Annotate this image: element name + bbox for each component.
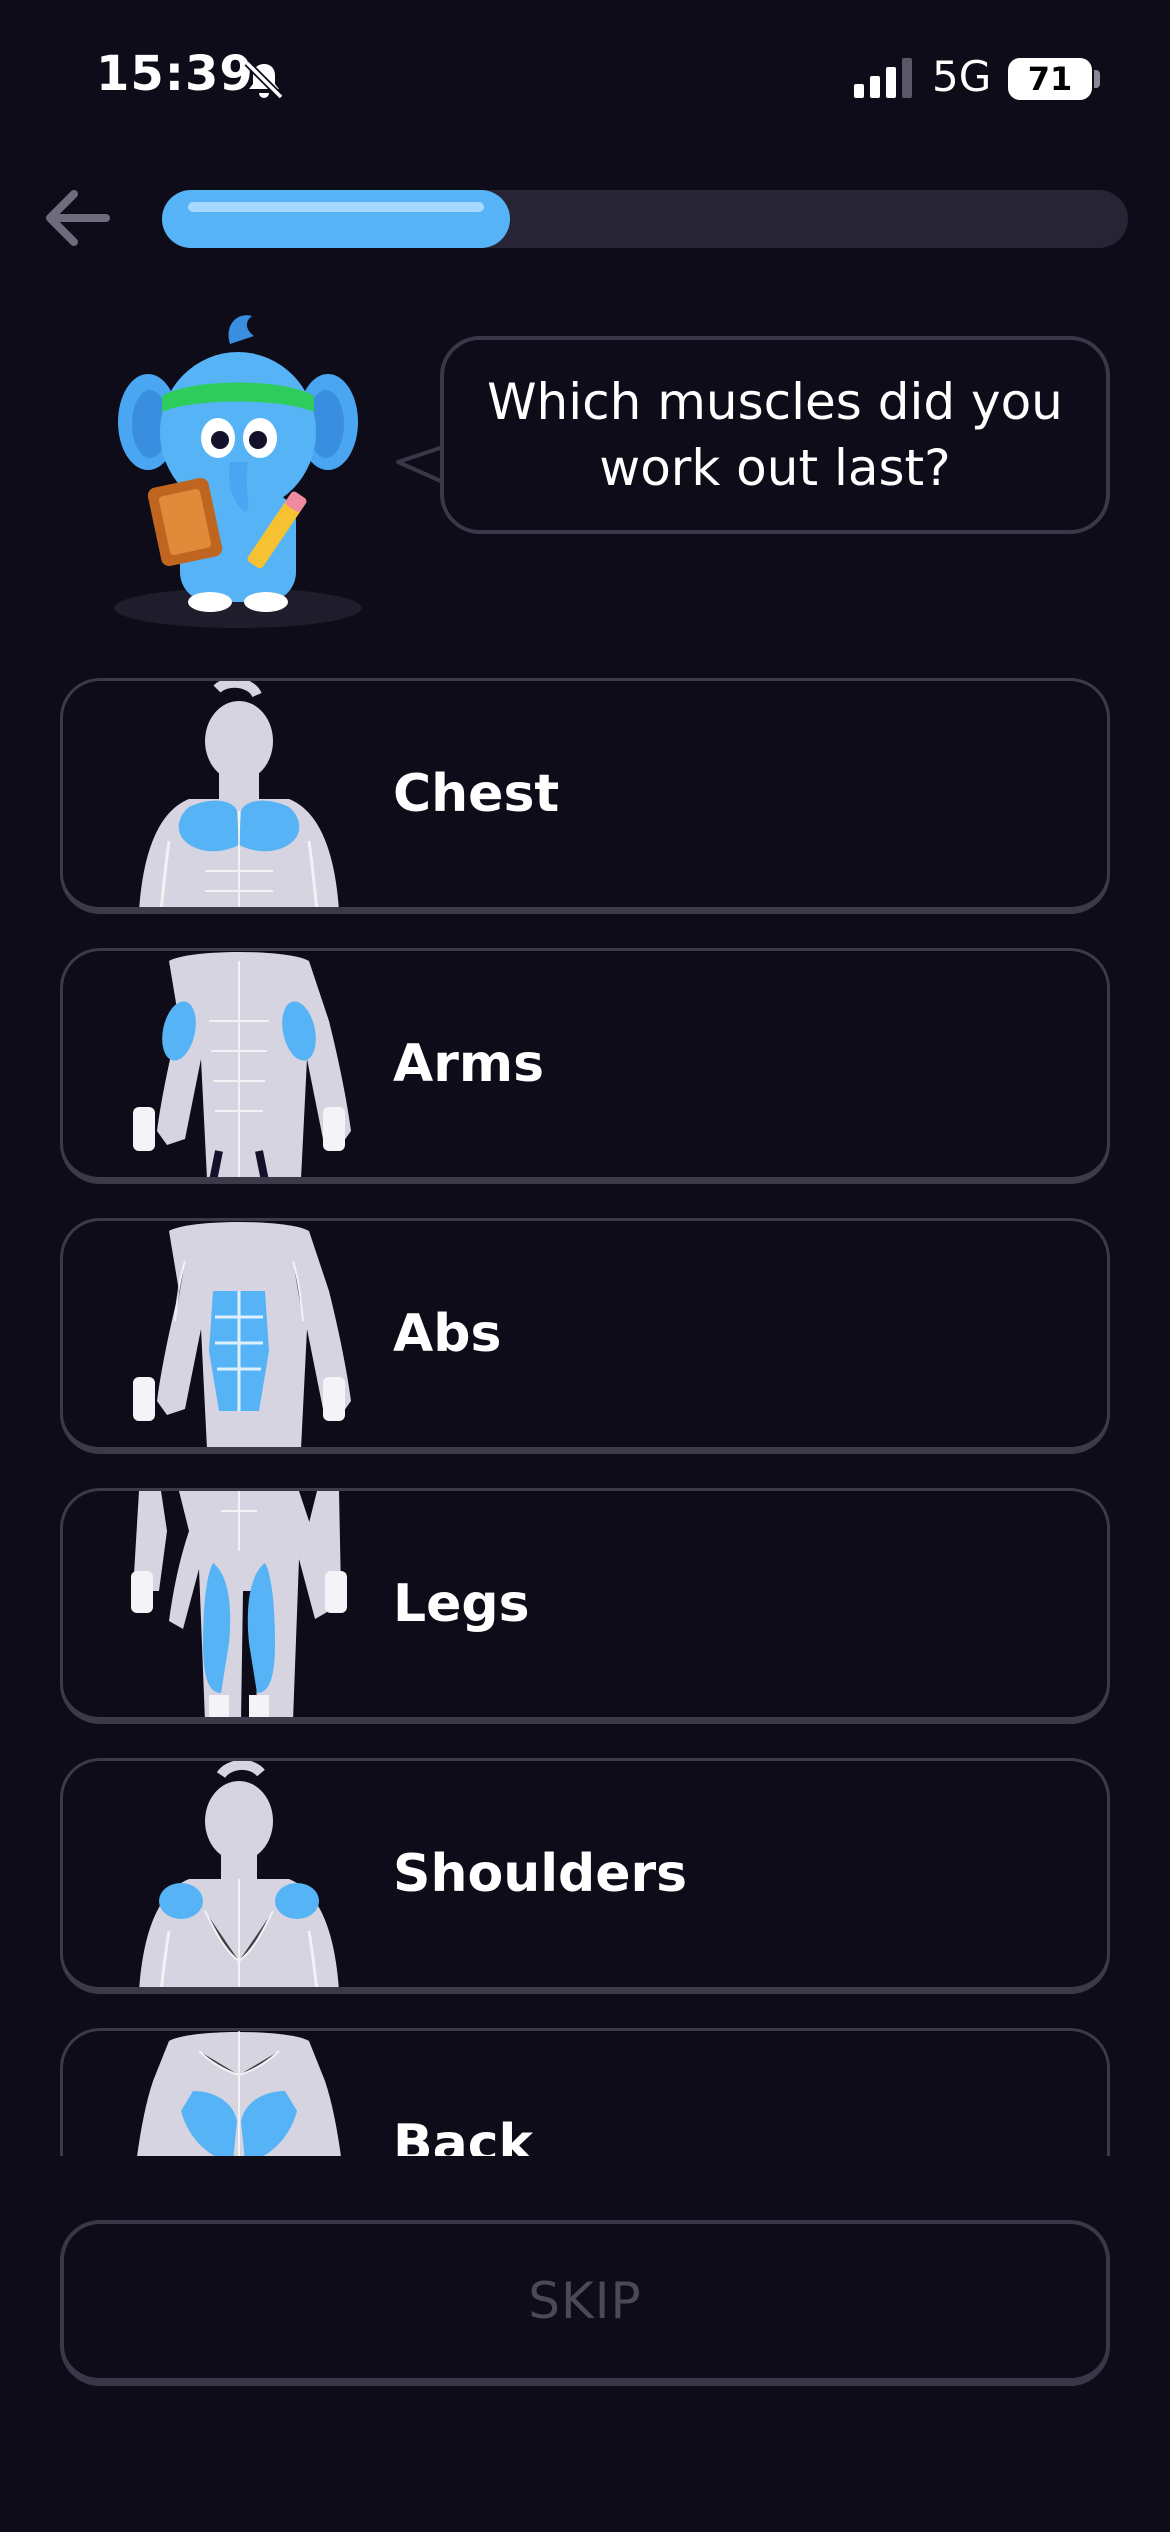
elephant-mascot-icon: [114, 315, 362, 628]
option-abs[interactable]: Abs: [60, 1218, 1110, 1454]
option-legs[interactable]: Legs: [60, 1488, 1110, 1724]
back-figure-icon: [137, 2031, 341, 2156]
battery-cap: [1094, 70, 1100, 88]
battery-icon: 71: [1008, 58, 1092, 100]
status-time: 15:39: [96, 46, 254, 102]
abs-figure-icon: [133, 1222, 351, 1447]
option-label: Legs: [393, 1574, 530, 1634]
arms-figure-icon: [133, 952, 351, 1177]
progress-shine: [188, 202, 484, 212]
skip-button[interactable]: SKIP: [60, 2220, 1110, 2386]
signal-bars-icon: [854, 58, 912, 98]
network-label: 5G: [932, 52, 992, 101]
progress-fill: [162, 190, 510, 248]
option-shoulders[interactable]: Shoulders: [60, 1758, 1110, 1994]
question-text: Which muscles did you work out last?: [487, 373, 1063, 497]
speech-bubble: Which muscles did you work out last?: [440, 336, 1110, 534]
option-label: Shoulders: [393, 1844, 688, 1904]
option-label: Arms: [393, 1034, 545, 1094]
option-label: Back: [393, 2114, 534, 2156]
option-label: Abs: [393, 1304, 502, 1364]
bell-slash-icon: [244, 60, 284, 100]
status-bar: 15:39 5G 71: [0, 0, 1170, 150]
back-arrow-icon[interactable]: [36, 176, 120, 260]
option-chest[interactable]: Chest: [60, 678, 1110, 914]
battery-level: 71: [1027, 60, 1073, 98]
option-back[interactable]: Back: [60, 2028, 1110, 2156]
option-arms[interactable]: Arms: [60, 948, 1110, 1184]
option-label: Chest: [393, 764, 560, 824]
shoulders-figure-icon: [139, 1761, 339, 1987]
skip-label: SKIP: [528, 2272, 642, 2330]
chest-figure-icon: [139, 681, 339, 907]
progress-bar: [162, 190, 1128, 248]
legs-figure-icon: [131, 1491, 347, 1717]
muscle-options-list[interactable]: Chest Arms Abs Legs Shoulders Back: [0, 672, 1170, 2156]
